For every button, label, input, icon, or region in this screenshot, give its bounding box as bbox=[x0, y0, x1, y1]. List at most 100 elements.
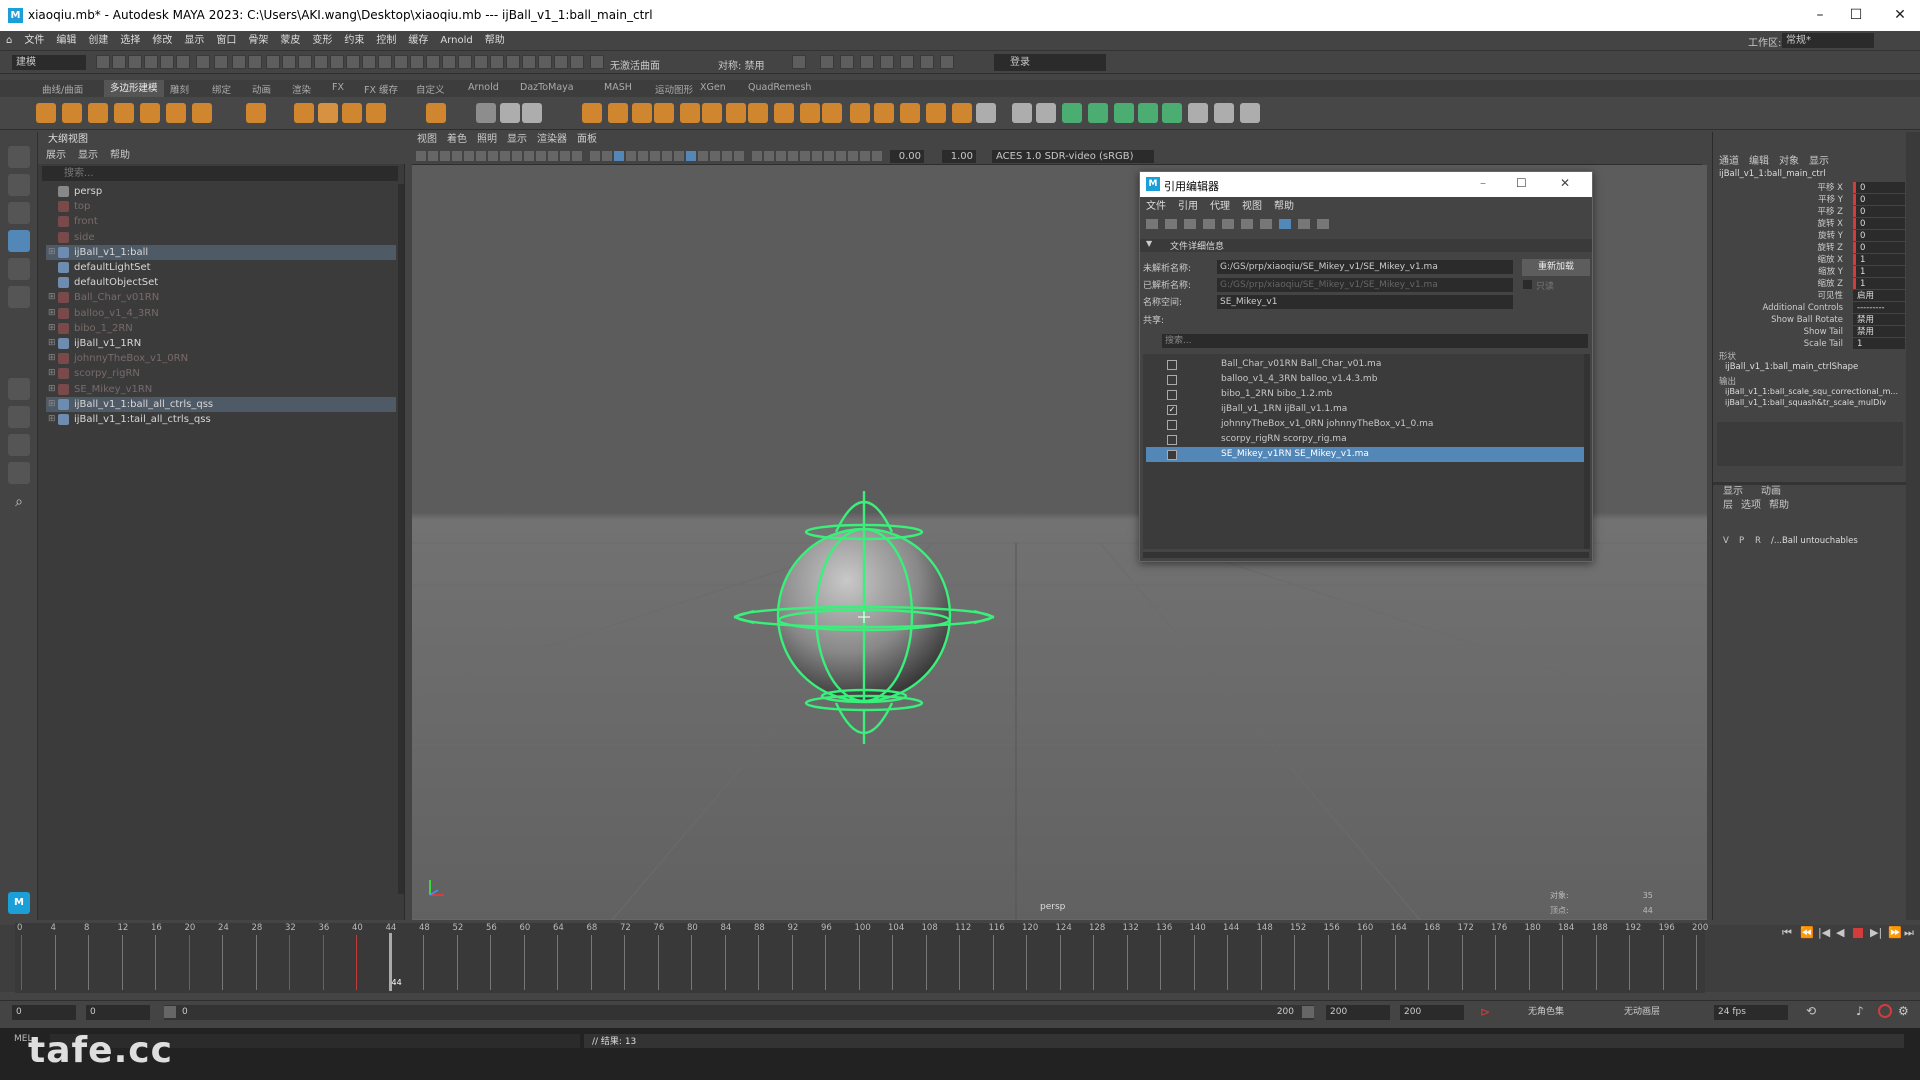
status-tool-icon[interactable] bbox=[538, 55, 552, 69]
viewport-tool-icon[interactable] bbox=[650, 151, 660, 161]
shelf-tool-icon[interactable] bbox=[1036, 103, 1056, 123]
play-backward-icon[interactable]: ◀ bbox=[1836, 926, 1844, 939]
vp-menu-show[interactable]: 显示 bbox=[502, 132, 532, 148]
readonly-checkbox[interactable] bbox=[1523, 280, 1532, 289]
shelf-tool-icon[interactable] bbox=[874, 103, 894, 123]
outliner-item[interactable]: ⊞ ijBall_v1_1:ball bbox=[46, 244, 396, 260]
menu-item-12[interactable]: 缓存 bbox=[402, 31, 434, 51]
channel-row[interactable]: Additional Controls --------- bbox=[1713, 302, 1907, 314]
viewport-tool-icon[interactable] bbox=[860, 151, 870, 161]
reference-row[interactable]: balloo_v1_4_3RN balloo_v1.4.3.mb bbox=[1146, 372, 1584, 387]
live-surface-label[interactable]: 无激活曲面 bbox=[610, 57, 660, 72]
status-tool-icon[interactable] bbox=[880, 55, 894, 69]
outliner-search-input[interactable]: 搜索... bbox=[42, 166, 398, 181]
status-tool-icon[interactable] bbox=[214, 55, 228, 69]
shelf-tool-icon[interactable] bbox=[1012, 103, 1032, 123]
viewport-tool-icon[interactable] bbox=[872, 151, 882, 161]
expand-toggle-icon[interactable]: ⊞ bbox=[48, 412, 56, 427]
shelf-tool-icon[interactable] bbox=[500, 103, 520, 123]
outliner-item[interactable]: defaultObjectSet bbox=[46, 275, 396, 290]
channel-value[interactable]: 0 bbox=[1853, 218, 1905, 229]
shelf-tab-0[interactable]: 曲线/曲面 bbox=[42, 82, 83, 96]
reference-row[interactable]: scorpy_rigRN scorpy_rig.ma bbox=[1146, 432, 1584, 447]
anim-layer-dropdown[interactable]: 无动画层 bbox=[1620, 1005, 1710, 1020]
minimize-button[interactable]: – bbox=[1810, 6, 1830, 24]
viewport-tool-icon[interactable] bbox=[560, 151, 570, 161]
go-to-start-icon[interactable]: ⏮ bbox=[1782, 926, 1792, 940]
menu-item-14[interactable]: 帮助 bbox=[479, 31, 511, 51]
shelf-tool-icon[interactable] bbox=[294, 103, 314, 123]
reference-load-checkbox[interactable] bbox=[1167, 360, 1177, 370]
viewport-tool-icon[interactable] bbox=[824, 151, 834, 161]
shelf-tab-6[interactable]: FX bbox=[332, 82, 344, 93]
shelf-tool-icon[interactable] bbox=[1214, 103, 1234, 123]
layer-row[interactable]: V P R /...Ball untouchables bbox=[1717, 534, 1903, 548]
outliner-scrollbar[interactable] bbox=[398, 184, 404, 894]
expand-toggle-icon[interactable]: ⊞ bbox=[48, 336, 56, 351]
stop-icon[interactable] bbox=[1853, 928, 1863, 938]
shelf-tab-10[interactable]: DazToMaya bbox=[520, 82, 574, 93]
shelf-tool-icon[interactable] bbox=[166, 103, 186, 123]
outliner-menu-show[interactable]: 显示 bbox=[70, 148, 102, 164]
outliner-layout-icon[interactable] bbox=[8, 462, 30, 484]
shelf-tab-4[interactable]: 动画 bbox=[252, 82, 271, 96]
channel-row[interactable]: 平移 X 0 bbox=[1713, 182, 1907, 194]
shelf-tool-icon[interactable] bbox=[426, 103, 446, 123]
shelf-tab-2[interactable]: 雕刻 bbox=[170, 82, 189, 96]
channel-value[interactable]: 1 bbox=[1853, 254, 1905, 265]
shelf-tool-icon[interactable] bbox=[748, 103, 768, 123]
channel-value[interactable]: 0 bbox=[1853, 242, 1905, 253]
sound-icon[interactable]: ♪ bbox=[1856, 1004, 1864, 1018]
status-tool-icon[interactable] bbox=[840, 55, 854, 69]
shelf-tool-icon[interactable] bbox=[62, 103, 82, 123]
ref-toolbar-icon[interactable] bbox=[1279, 219, 1291, 229]
vp-menu-panels[interactable]: 面板 bbox=[572, 132, 602, 148]
end-time-field[interactable]: 200 bbox=[1400, 1005, 1464, 1020]
status-tool-icon[interactable] bbox=[860, 55, 874, 69]
login-dropdown[interactable]: 登录 bbox=[994, 54, 1106, 71]
expand-toggle-icon[interactable]: ⊞ bbox=[48, 397, 56, 412]
playback-start-field[interactable]: 0 bbox=[86, 1005, 150, 1020]
shelf-tool-icon[interactable] bbox=[1188, 103, 1208, 123]
channel-row[interactable]: 旋转 X 0 bbox=[1713, 218, 1907, 230]
paint-select-icon[interactable] bbox=[8, 202, 30, 224]
viewport-tool-icon[interactable] bbox=[674, 151, 684, 161]
status-tool-icon[interactable] bbox=[442, 55, 456, 69]
shelf-tool-icon[interactable] bbox=[192, 103, 212, 123]
menu-item-8[interactable]: 蒙皮 bbox=[274, 31, 306, 51]
reference-load-checkbox[interactable] bbox=[1167, 450, 1177, 460]
menu-item-3[interactable]: 选择 bbox=[114, 31, 146, 51]
ref-toolbar-icon[interactable] bbox=[1260, 219, 1272, 229]
ref-toolbar-icon[interactable] bbox=[1222, 219, 1234, 229]
shelf-tab-14[interactable]: QuadRemesh bbox=[748, 82, 811, 93]
time-slider[interactable]: 0 4 8 12 16 20 24 28 32 36 40 44 48 52 56 60 64 68 72 76 80 8… bbox=[15, 923, 1708, 993]
shelf-tool-icon[interactable] bbox=[822, 103, 842, 123]
shelf-tab-1[interactable]: 多边形建模 bbox=[104, 80, 164, 97]
menu-item-5[interactable]: 显示 bbox=[178, 31, 210, 51]
channel-value[interactable]: --------- bbox=[1853, 302, 1905, 313]
vp-menu-renderer[interactable]: 渲染器 bbox=[532, 132, 572, 148]
shelf-tool-icon[interactable] bbox=[1240, 103, 1260, 123]
channel-row[interactable]: 缩放 Z 1 bbox=[1713, 278, 1907, 290]
ref-search-input[interactable]: 搜索... bbox=[1162, 334, 1588, 348]
vp-menu-shading[interactable]: 着色 bbox=[442, 132, 472, 148]
shelf-tool-icon[interactable] bbox=[36, 103, 56, 123]
viewport-tool-icon[interactable] bbox=[710, 151, 720, 161]
shelf-tool-icon[interactable] bbox=[680, 103, 700, 123]
channel-value[interactable]: 1 bbox=[1853, 338, 1905, 349]
viewport-tool-icon[interactable] bbox=[734, 151, 744, 161]
menu-item-2[interactable]: 创建 bbox=[82, 31, 114, 51]
viewport-tool-icon[interactable] bbox=[638, 151, 648, 161]
outliner-item[interactable]: side bbox=[46, 230, 396, 245]
status-tool-icon[interactable] bbox=[144, 55, 158, 69]
character-set-dropdown[interactable]: 无角色集 bbox=[1524, 1005, 1614, 1020]
menu-item-9[interactable]: 变形 bbox=[306, 31, 338, 51]
outliner-item[interactable]: ⊞ scorpy_rigRN bbox=[46, 366, 396, 381]
outliner-item[interactable]: ⊞ Ball_Char_v01RN bbox=[46, 290, 396, 305]
cb-tab-object[interactable]: 对象 bbox=[1779, 156, 1799, 167]
shelf-tool-icon[interactable] bbox=[702, 103, 722, 123]
shelf-tool-icon[interactable] bbox=[114, 103, 134, 123]
search-icon[interactable]: ⌕ bbox=[8, 494, 30, 516]
menu-item-7[interactable]: 骨架 bbox=[242, 31, 274, 51]
menu-item-13[interactable]: Arnold bbox=[434, 31, 478, 51]
